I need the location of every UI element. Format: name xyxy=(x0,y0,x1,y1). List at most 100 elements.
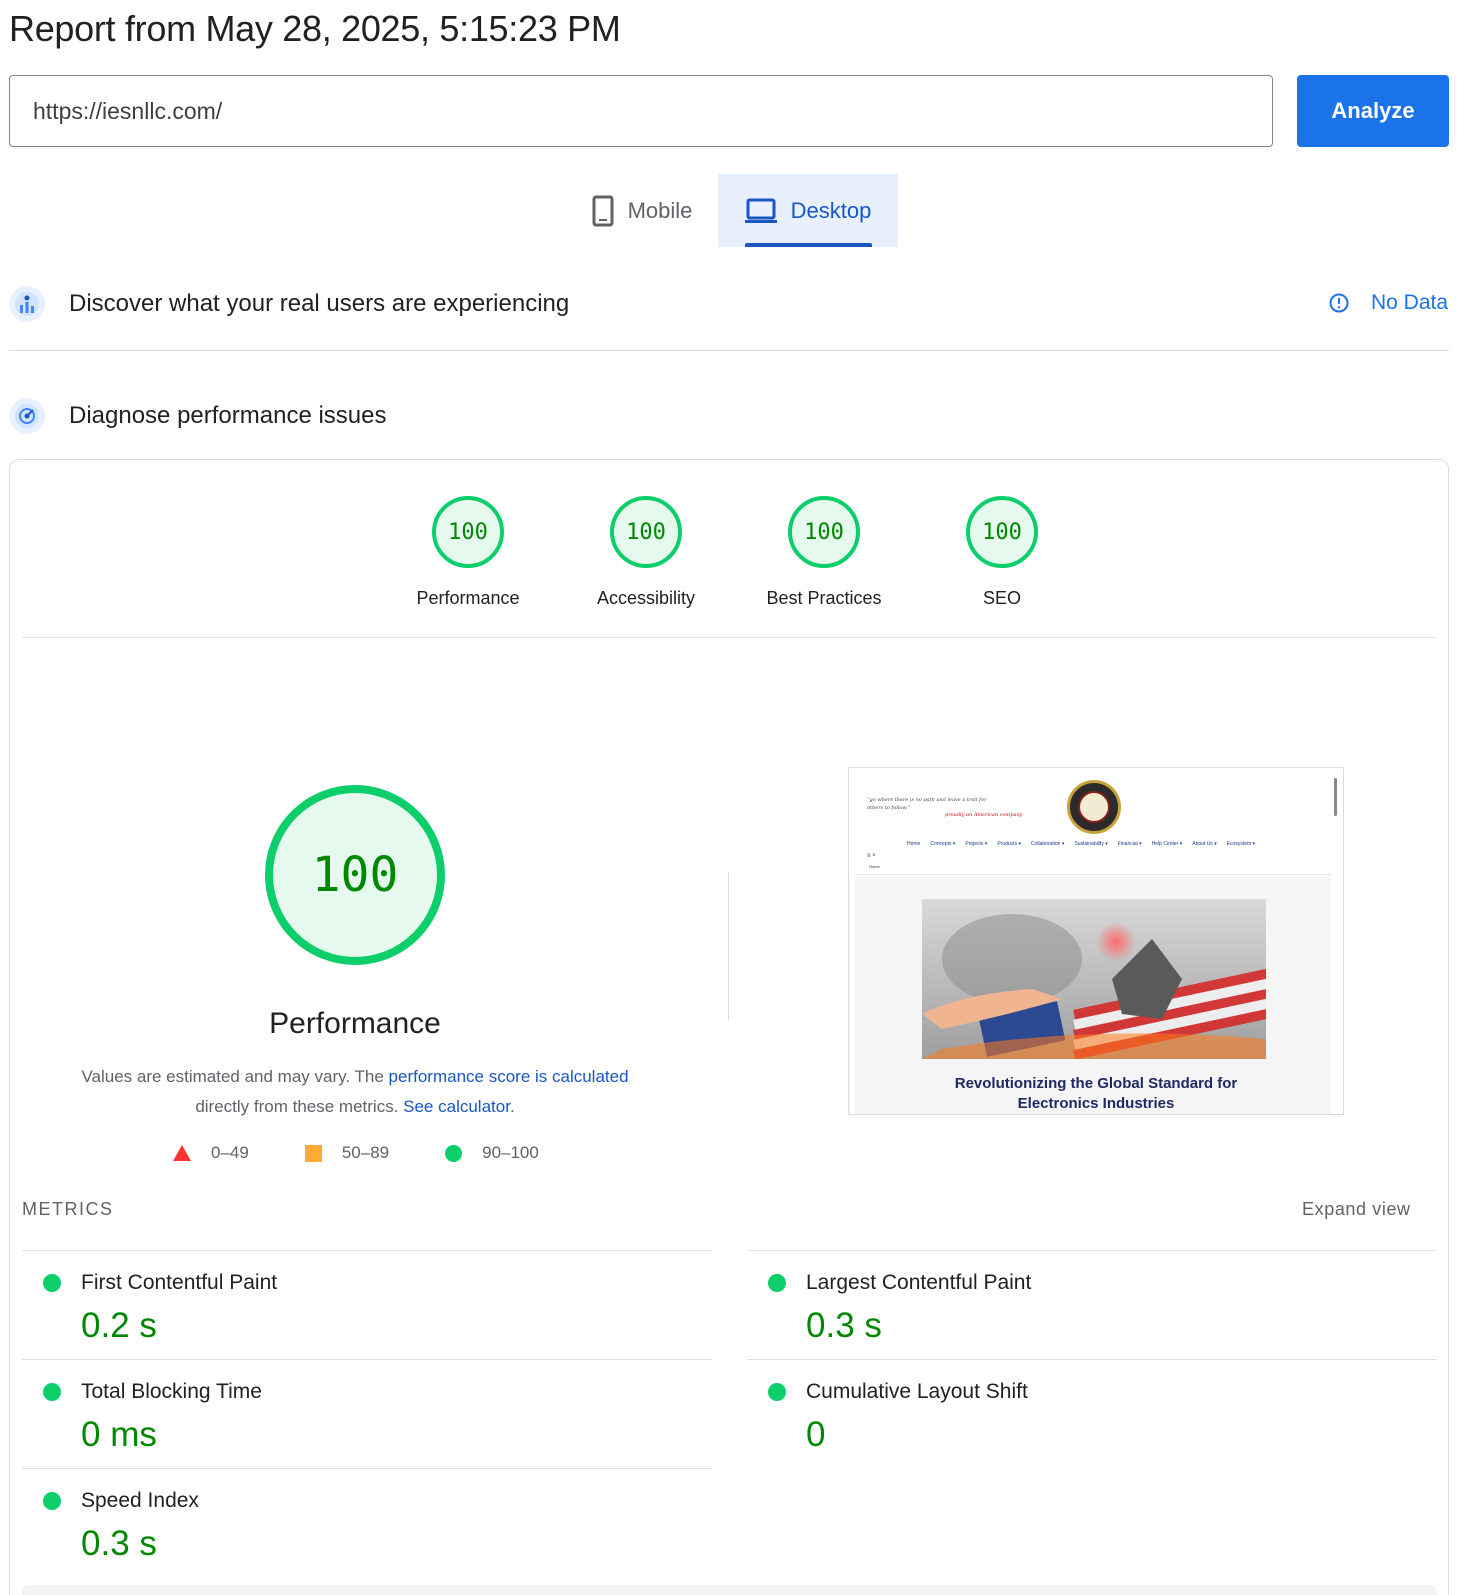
ss-menu-icon: ≡ × xyxy=(867,853,876,859)
triangle-icon xyxy=(173,1145,191,1161)
ss-divider xyxy=(855,874,1331,875)
ss-nav-item: Concepts ▾ xyxy=(930,841,956,847)
metric-lcp: Largest Contentful Paint 0.3 s xyxy=(747,1250,1437,1358)
ss-nav-item: About Us ▾ xyxy=(1192,841,1217,847)
bottom-bar xyxy=(22,1585,1437,1595)
score-legend: 0–49 50–89 90–100 xyxy=(173,1143,595,1163)
pass-dot-icon xyxy=(768,1383,786,1401)
gauge-score: 100 xyxy=(966,496,1038,568)
company-seal-logo xyxy=(1067,780,1121,834)
metric-name: Largest Contentful Paint xyxy=(806,1271,1032,1294)
legend-average: 50–89 xyxy=(304,1143,390,1163)
diagnose-title: Diagnose performance issues xyxy=(69,402,387,429)
score-calculated-link[interactable]: performance score is calculated xyxy=(389,1067,629,1086)
note-text: Values are estimated and may vary. The xyxy=(81,1067,389,1086)
ss-nav-item: Sustainability ▾ xyxy=(1074,841,1108,847)
gauge-performance[interactable]: 100 Performance xyxy=(388,496,548,609)
laptop-icon xyxy=(744,198,777,224)
gauge-seo[interactable]: 100 SEO xyxy=(922,496,1082,609)
performance-title: Performance xyxy=(269,1007,441,1040)
caption-line: Electronics Industries xyxy=(1017,1095,1175,1112)
legend-range: 50–89 xyxy=(341,1143,390,1162)
metric-value: 0.3 s xyxy=(81,1524,157,1563)
info-icon xyxy=(1329,293,1349,313)
no-data-status[interactable]: No Data xyxy=(1329,291,1448,315)
card-divider xyxy=(22,637,1437,638)
gauge-label: Performance xyxy=(416,588,520,608)
gauge-label: Best Practices xyxy=(766,588,882,608)
screenshot-quote-author: proudly an American company xyxy=(945,812,1023,818)
metric-name: Total Blocking Time xyxy=(81,1380,262,1403)
tab-mobile-label: Mobile xyxy=(627,197,693,223)
gauge-score: 100 xyxy=(432,496,504,568)
gauge-icon xyxy=(9,398,45,434)
note-text: . xyxy=(509,1097,515,1116)
page-screenshot: “go where there is no path and leave a t… xyxy=(848,767,1344,1115)
pass-dot-icon xyxy=(43,1274,61,1292)
metric-name: Speed Index xyxy=(81,1489,199,1512)
category-gauges: 100 Performance 100 Accessibility 100 Be… xyxy=(10,496,1448,614)
ss-breadcrumb: Home xyxy=(869,864,880,869)
tab-desktop-label: Desktop xyxy=(790,197,872,223)
pass-dot-icon xyxy=(43,1492,61,1510)
metric-name: Cumulative Layout Shift xyxy=(806,1380,1028,1403)
screenshot-nav: Home Concepts ▾ Projects ▾ Products ▾ Co… xyxy=(907,841,1255,847)
tab-mobile[interactable]: Mobile xyxy=(566,174,718,247)
gauge-accessibility[interactable]: 100 Accessibility xyxy=(566,496,726,609)
section-divider xyxy=(9,350,1449,351)
users-chart-icon xyxy=(9,286,45,322)
screenshot-quote: “go where there is no path and leave a t… xyxy=(867,797,987,811)
report-card: 100 Performance 100 Accessibility 100 Be… xyxy=(9,459,1449,1595)
pass-dot-icon xyxy=(768,1274,786,1292)
gauge-label: SEO xyxy=(982,588,1021,608)
metric-speed-index: Speed Index 0.3 s xyxy=(22,1468,712,1576)
real-users-title: Discover what your real users are experi… xyxy=(69,290,570,317)
ss-nav-item: Financial ▾ xyxy=(1117,841,1142,847)
metric-name: First Contentful Paint xyxy=(81,1271,278,1294)
vertical-separator xyxy=(728,872,729,1020)
diagnose-section: Diagnose performance issues xyxy=(9,398,387,434)
metric-value: 0.2 s xyxy=(81,1306,157,1345)
ss-nav-item: Collaboration ▾ xyxy=(1030,841,1065,847)
real-users-section: Discover what your real users are experi… xyxy=(9,286,569,322)
ss-nav-item: Help Center ▾ xyxy=(1151,841,1183,847)
note-text: directly from these metrics. xyxy=(195,1097,404,1116)
no-data-label: No Data xyxy=(1371,291,1449,314)
metric-fcp: First Contentful Paint 0.2 s xyxy=(22,1250,712,1358)
ss-nav-item: Ecosystem ▾ xyxy=(1226,841,1256,847)
metric-cls: Cumulative Layout Shift 0 xyxy=(747,1359,1437,1467)
ss-nav-item: Products ▾ xyxy=(997,841,1021,847)
hero-banner-image xyxy=(922,899,1266,1059)
see-calculator-link[interactable]: See calculator xyxy=(403,1097,510,1116)
gauge-label: Accessibility xyxy=(596,588,696,608)
ss-nav-item: Home xyxy=(907,841,921,847)
metric-value: 0 ms xyxy=(81,1415,157,1454)
circle-icon xyxy=(445,1144,463,1162)
square-icon xyxy=(304,1144,322,1162)
metric-tbt: Total Blocking Time 0 ms xyxy=(22,1359,712,1467)
legend-range: 90–100 xyxy=(482,1143,539,1162)
metric-value: 0 xyxy=(806,1415,826,1454)
performance-note: Values are estimated and may vary. The p… xyxy=(55,1062,655,1122)
ss-nav-item: Projects ▾ xyxy=(965,841,988,847)
legend-pass: 90–100 xyxy=(445,1143,539,1163)
analyze-button[interactable]: Analyze xyxy=(1297,75,1449,147)
metrics-header: METRICS xyxy=(22,1199,114,1219)
pass-dot-icon xyxy=(43,1383,61,1401)
gauge-score: 100 xyxy=(788,496,860,568)
device-tabs: Mobile Desktop xyxy=(566,174,898,247)
report-title: Report from May 28, 2025, 5:15:23 PM xyxy=(9,8,621,49)
performance-score-gauge: 100 xyxy=(265,785,445,965)
tab-desktop[interactable]: Desktop xyxy=(718,174,898,247)
caption-line: Revolutionizing the Global Standard for xyxy=(954,1075,1238,1092)
legend-range: 0–49 xyxy=(211,1143,249,1162)
gauge-best-practices[interactable]: 100 Best Practices xyxy=(744,496,904,609)
phone-icon xyxy=(592,195,614,227)
expand-view-toggle[interactable]: Expand view xyxy=(1302,1199,1411,1220)
metric-value: 0.3 s xyxy=(806,1306,882,1345)
url-input[interactable]: https://iesnllc.com/ xyxy=(9,75,1273,147)
screenshot-caption: Revolutionizing the Global Standard for … xyxy=(849,1074,1343,1114)
screenshot-scrollbar xyxy=(1334,778,1337,816)
gauge-score: 100 xyxy=(610,496,682,568)
legend-fail: 0–49 xyxy=(173,1143,249,1163)
